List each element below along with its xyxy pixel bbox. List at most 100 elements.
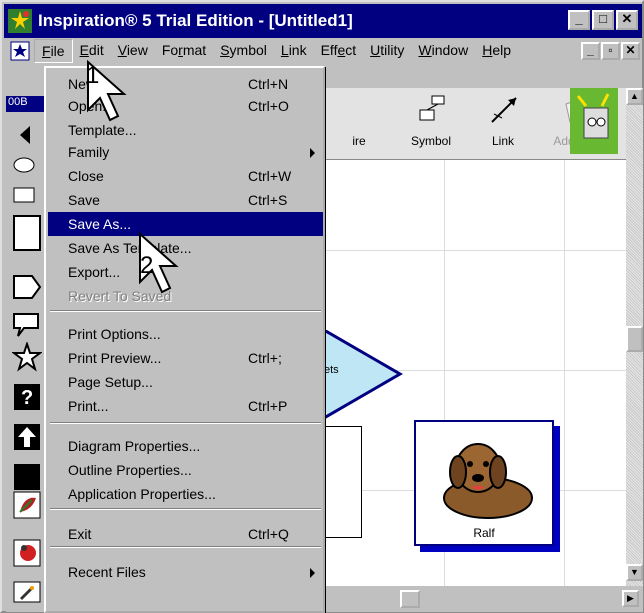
star-shape-icon[interactable] xyxy=(11,340,43,372)
scroll-right-button[interactable]: ▶ xyxy=(622,590,639,607)
menu-separator xyxy=(50,422,321,424)
file-menu-dropdown: NewCtrl+NOpen...Ctrl+OTemplate...FamilyC… xyxy=(44,66,325,613)
menu-label-rest: dit xyxy=(88,42,104,58)
rect-shape-icon[interactable] xyxy=(12,180,42,210)
vertical-scrollbar[interactable]: ▲ ▼ xyxy=(626,88,643,586)
file-menu-item-page-setup[interactable]: Page Setup... xyxy=(48,370,323,394)
file-menu-item-exit[interactable]: Exit Ctrl+Q xyxy=(48,522,323,546)
menu-item-shortcut: Ctrl+W xyxy=(248,168,292,184)
callout-shape-icon[interactable] xyxy=(12,308,42,338)
menu-file[interactable]: File xyxy=(34,39,73,63)
file-menu-item-print-preview[interactable]: Print Preview... Ctrl+; xyxy=(48,346,323,370)
title-bar[interactable]: Inspiration® 5 Trial Edition - [Untitled… xyxy=(4,4,642,38)
oval-shape-icon[interactable] xyxy=(12,150,42,180)
file-menu-item-outline-properties[interactable]: Outline Properties... xyxy=(48,458,323,482)
menu-symbol[interactable]: Symbol xyxy=(213,39,274,63)
toolbar-label-symbol: Symbol xyxy=(410,134,451,148)
file-menu-item-close[interactable]: Close Ctrl+W xyxy=(48,164,323,188)
menu-item-shortcut: Ctrl+S xyxy=(248,192,288,208)
toolbar-button-symbol[interactable]: Symbol xyxy=(396,90,466,156)
h-scroll-thumb[interactable] xyxy=(400,590,420,608)
file-menu-item-application-properties[interactable]: Application Properties... xyxy=(48,482,323,506)
menu-label-rest: iew xyxy=(126,42,148,58)
scroll-thumb[interactable] xyxy=(626,326,643,352)
file-menu-item-save[interactable]: Save Ctrl+S xyxy=(48,188,323,212)
question-symbol-icon[interactable]: ? xyxy=(12,382,42,412)
close-button[interactable]: ✕ xyxy=(616,10,638,30)
file-menu-item-diagram-properties[interactable]: Diagram Properties... xyxy=(48,434,323,458)
toolbar-label-link: Link xyxy=(491,134,514,148)
bird-symbol-icon[interactable] xyxy=(12,538,42,568)
dog-image-symbol[interactable]: Ralf xyxy=(414,420,554,546)
menu-item-label: Exit xyxy=(68,526,92,542)
arrow-symbol-icon[interactable] xyxy=(12,422,42,452)
menu-label-mnemonic: H xyxy=(482,42,493,58)
menu-item-shortcut: Ctrl+O xyxy=(248,98,289,114)
pentagon-shape-icon[interactable] xyxy=(12,272,42,302)
minimize-button[interactable]: _ xyxy=(568,10,590,30)
doc-close-button[interactable]: ✕ xyxy=(621,42,640,60)
menu-window[interactable]: Window xyxy=(411,39,475,63)
menu-separator xyxy=(50,508,321,510)
svg-text:?: ? xyxy=(21,387,33,409)
menu-format[interactable]: Format xyxy=(155,39,213,63)
menu-label-rest: mat xyxy=(182,42,207,58)
doc-minimize-button[interactable]: _ xyxy=(581,42,600,60)
menu-item-label: Save xyxy=(68,192,100,208)
menu-utility[interactable]: Utility xyxy=(363,39,411,63)
menu-label-rest: tility xyxy=(380,42,405,58)
symbol-palette: 00B ? xyxy=(6,92,46,612)
window-title: Inspiration® 5 Trial Edition - [Untitled… xyxy=(38,11,353,30)
inspiration-app-icon xyxy=(8,9,32,33)
link-icon xyxy=(488,94,520,126)
toolbar-button-link[interactable]: Link xyxy=(468,90,538,156)
menu-item-shortcut: Ctrl+P xyxy=(248,398,288,414)
menu-label-prefix: Fo xyxy=(161,42,179,58)
submenu-arrow-icon xyxy=(310,148,315,158)
back-arrow-icon[interactable] xyxy=(12,120,42,150)
diagram-canvas[interactable]: ets Ralf xyxy=(322,160,626,586)
rocket-symbol-icon[interactable] xyxy=(12,580,42,604)
file-menu-item-family[interactable]: Family xyxy=(48,140,323,164)
menu-label-mnemonic: L xyxy=(280,42,289,58)
mascot-icon[interactable] xyxy=(570,88,618,154)
palette-label: 00B xyxy=(6,96,46,112)
toolbar-button-rapidfire[interactable]: ire xyxy=(324,90,394,156)
menu-item-shortcut: Ctrl+; xyxy=(248,350,282,366)
scroll-up-button[interactable]: ▲ xyxy=(626,88,643,105)
menu-label-mnemonic: F xyxy=(42,43,51,59)
black-symbol-icon[interactable] xyxy=(12,462,42,492)
symbol-icon xyxy=(416,94,448,126)
menu-label-mnemonic: W xyxy=(418,42,432,58)
doc-restore-button[interactable]: ▫ xyxy=(601,42,620,60)
document-icon[interactable] xyxy=(10,41,30,61)
file-menu-item-recent-files[interactable]: Recent Files xyxy=(48,560,323,584)
menu-label-prefix: Eff xyxy=(320,42,338,58)
menu-label-rest: indow xyxy=(431,42,469,58)
menu-item-label: Export... xyxy=(68,264,121,280)
diagram-toolbar: ire Symbol Link Add Not xyxy=(324,88,626,160)
menu-effect[interactable]: Effect xyxy=(314,39,364,63)
rectangle-symbol-icon[interactable] xyxy=(12,210,42,254)
menu-label-rest: ct xyxy=(345,42,357,58)
menu-separator xyxy=(50,546,321,548)
menu-link[interactable]: Link xyxy=(274,39,314,63)
menu-item-label: Recent Files xyxy=(68,564,146,580)
menu-label-rest: ymbol xyxy=(229,42,267,58)
file-menu-item-print[interactable]: Print... Ctrl+P xyxy=(48,394,323,418)
menu-item-label: Save As... xyxy=(68,216,132,232)
step-2-number: 2 xyxy=(140,252,154,279)
maximize-button[interactable]: □ xyxy=(592,10,614,30)
menu-item-label: Diagram Properties... xyxy=(68,438,201,454)
menu-help[interactable]: Help xyxy=(475,39,518,63)
leaf-symbol-icon[interactable] xyxy=(12,490,42,520)
scroll-down-button[interactable]: ▼ xyxy=(626,564,643,581)
horizontal-scrollbar[interactable]: ▶ xyxy=(324,586,643,612)
image-caption: Ralf xyxy=(473,526,495,540)
menu-separator xyxy=(50,310,321,312)
menu-item-shortcut: Ctrl+N xyxy=(248,76,289,92)
menu-label-mnemonic: S xyxy=(220,42,230,58)
file-menu-item-print-options[interactable]: Print Options... xyxy=(48,322,323,346)
rectangle-symbol[interactable] xyxy=(324,426,362,538)
menu-item-label: Close xyxy=(68,168,104,184)
